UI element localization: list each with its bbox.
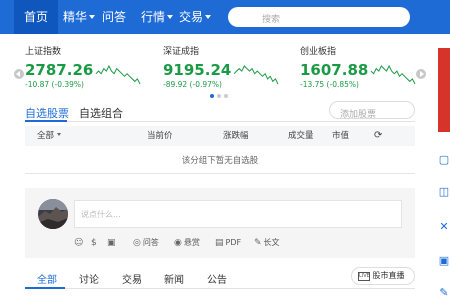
nav-qa-label: 问答 [102, 10, 127, 24]
live-stream-label: 股市直播 [372, 271, 405, 280]
side-chart-icon[interactable]: ◫ [438, 185, 450, 199]
qa-icon: ◎ [133, 238, 141, 248]
feed-tab-all[interactable]: 全部 [37, 271, 57, 286]
reward-button[interactable]: ◉ 悬赏 [174, 236, 200, 250]
image-button[interactable]: ▣ [107, 236, 118, 250]
avatar-image [38, 199, 68, 229]
sparkline-path [370, 64, 416, 85]
group-select-label: 全部 [37, 131, 55, 141]
carousel-dot[interactable] [217, 94, 221, 98]
index-sparkline [233, 65, 279, 85]
watchlist-table-header: 全部 当前价 涨跌幅 成交量 市值 ⟳ [25, 126, 415, 146]
sparkline-path [95, 64, 141, 85]
nav-qa[interactable]: 问答 [102, 0, 126, 34]
live-tag: LIVE [358, 272, 370, 281]
index-name: 上证指数 [25, 47, 62, 57]
chevron-down-icon [167, 15, 174, 19]
feed-tab-trade[interactable]: 交易 [122, 271, 142, 286]
carousel-prev-button[interactable] [14, 69, 24, 79]
index-change: -13.75 (-0.85%) [300, 80, 359, 89]
column-market-cap[interactable]: 市值 [332, 126, 349, 146]
nav-market-label: 行情 [141, 10, 166, 24]
index-change: -10.87 (-0.39%) [25, 80, 84, 89]
nav-trade-label: 交易 [179, 10, 204, 24]
pdf-button[interactable]: ▤ PDF [215, 236, 241, 250]
qa-label: 问答 [142, 238, 159, 247]
tab-watchlist-stocks[interactable]: 自选股票 [25, 105, 69, 121]
add-stock-box[interactable] [329, 101, 415, 123]
tabs-divider [25, 121, 415, 122]
pdf-icon: ▤ [215, 238, 224, 248]
qa-button[interactable]: ◎ 问答 [133, 236, 159, 250]
group-select[interactable]: 全部 [37, 126, 62, 146]
pdf-label: PDF [225, 238, 242, 247]
active-feed-tab-indicator [25, 287, 65, 289]
chevron-down-icon [89, 15, 96, 19]
feed-tab-announcements[interactable]: 公告 [207, 271, 227, 286]
live-stream-button[interactable]: LIVE 股市直播 [351, 267, 415, 285]
nav-home[interactable]: 首页 [14, 0, 58, 34]
search-box[interactable] [228, 7, 412, 30]
column-volume[interactable]: 成交量 [288, 126, 314, 146]
dollar-button[interactable]: $ [91, 236, 99, 250]
feed-tab-news[interactable]: 新闻 [164, 271, 184, 286]
feed-tab-discussion[interactable]: 讨论 [79, 271, 99, 286]
post-input[interactable] [81, 201, 381, 227]
sparkline-path [233, 65, 279, 85]
carousel-next-button[interactable] [416, 69, 426, 79]
carousel-dot[interactable] [210, 94, 214, 98]
carousel-dot[interactable] [224, 94, 228, 98]
long-post-button[interactable]: ✎ 长文 [254, 236, 280, 250]
index-change: -89.92 (-0.97%) [163, 80, 222, 89]
index-value: 1607.88 [300, 61, 369, 79]
long-post-label: 长文 [263, 238, 280, 247]
index-value: 2787.26 [25, 61, 94, 79]
side-edit-icon[interactable]: ✎ [438, 286, 450, 300]
emoji-button[interactable]: ☺ [74, 236, 85, 250]
side-box-icon[interactable]: ▣ [438, 254, 450, 268]
column-price[interactable]: 当前价 [147, 126, 173, 146]
dollar-icon: $ [91, 238, 97, 248]
chevron-down-icon [205, 15, 212, 19]
index-card-shanghai[interactable]: 上证指数 2787.26 -10.87 (-0.39%) [25, 44, 155, 92]
nav-home-label: 首页 [23, 10, 48, 24]
index-card-chinext[interactable]: 创业板指 1607.88 -13.75 (-0.85%) [300, 44, 430, 92]
refresh-icon[interactable]: ⟳ [374, 126, 382, 146]
side-promo-banner[interactable] [438, 48, 450, 132]
active-tab-indicator [25, 120, 67, 122]
side-close-icon[interactable]: ✕ [438, 220, 450, 234]
long-post-icon: ✎ [254, 238, 262, 248]
search-input[interactable] [262, 10, 412, 30]
empty-watchlist-message: 该分组下暂无自选股 [25, 148, 415, 174]
column-change-pct[interactable]: 涨跌幅 [223, 126, 249, 146]
image-icon: ▣ [107, 238, 116, 248]
chevron-down-icon [57, 133, 62, 136]
index-value: 9195.24 [163, 61, 232, 79]
tab-watchlist-portfolios[interactable]: 自选组合 [79, 105, 123, 121]
side-square-icon[interactable]: ▢ [438, 153, 450, 167]
index-sparkline [370, 64, 416, 85]
reward-icon: ◉ [174, 238, 182, 248]
feed-tabs-divider [25, 288, 415, 289]
avatar[interactable] [38, 199, 68, 229]
nav-market[interactable]: 行情 [141, 0, 174, 34]
post-input-box[interactable] [74, 200, 402, 228]
index-sparkline [95, 64, 141, 85]
emoji-icon: ☺ [74, 238, 84, 248]
reward-label: 悬赏 [183, 238, 200, 247]
index-name: 创业板指 [300, 47, 337, 57]
index-card-shenzhen[interactable]: 深证成指 9195.24 -89.92 (-0.97%) [163, 44, 293, 92]
nav-trade[interactable]: 交易 [179, 0, 212, 34]
nav-featured-label: 精华 [63, 10, 88, 24]
top-nav: 首页 精华 问答 行情 交易 [0, 0, 450, 34]
index-name: 深证成指 [163, 47, 200, 57]
nav-featured[interactable]: 精华 [63, 0, 96, 34]
